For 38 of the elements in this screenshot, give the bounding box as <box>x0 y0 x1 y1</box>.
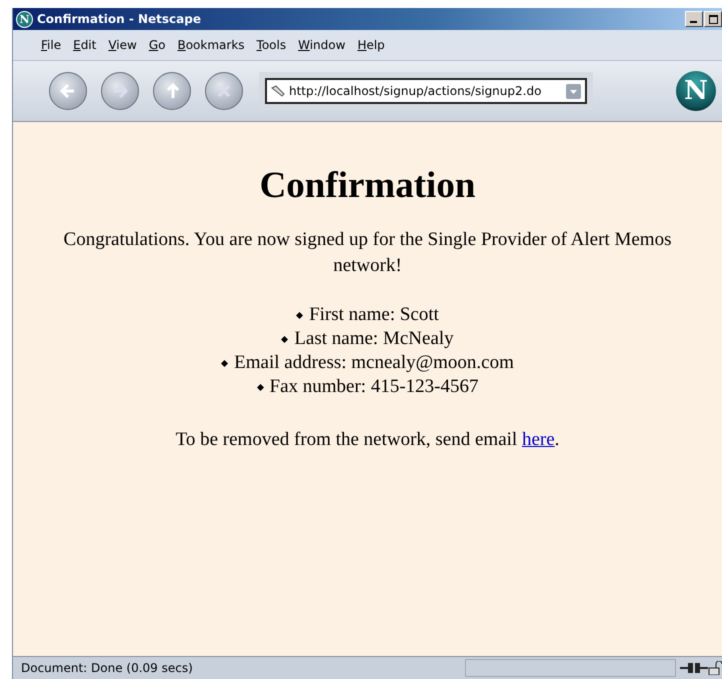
bullet-icon <box>256 384 264 390</box>
menu-item[interactable]: Edit <box>67 38 102 52</box>
lock-icon <box>708 661 722 675</box>
dropdown-icon[interactable] <box>566 84 581 98</box>
back-button[interactable] <box>49 72 87 110</box>
forward-arrow-icon <box>111 82 129 100</box>
maximize-icon <box>708 14 718 24</box>
detail-text: First name: Scott <box>309 303 439 327</box>
window-title: Confirmation - Netscape <box>37 12 201 26</box>
bullet-icon <box>296 312 304 318</box>
here-link[interactable]: here <box>522 429 555 450</box>
menu-item[interactable]: Go <box>142 38 172 52</box>
app-logo: N <box>16 10 33 28</box>
menu-item[interactable]: Window <box>292 38 352 52</box>
bullet-icon <box>221 360 228 366</box>
detail-text: Fax number: 415-123-4567 <box>270 375 478 399</box>
page-heading: Confirmation <box>260 164 476 207</box>
removal-text: To be removed from the network, send email here. <box>174 428 560 452</box>
throbber-logo[interactable]: N <box>676 71 716 111</box>
stop-button[interactable] <box>205 72 243 110</box>
menu-item[interactable]: File <box>35 38 68 52</box>
detail-text: Last name: McNealy <box>294 327 454 351</box>
detail-text: Email address: mcnealy@moon.com <box>234 351 514 375</box>
back-arrow-icon <box>59 82 77 100</box>
menu-item[interactable]: View <box>102 38 143 52</box>
bullet-icon <box>281 336 288 342</box>
pin-icon <box>271 85 285 97</box>
menu-item[interactable]: Tools <box>250 38 292 52</box>
forward-button[interactable] <box>101 72 139 110</box>
stop-icon <box>216 83 232 99</box>
maximize-button[interactable] <box>704 11 722 27</box>
connection-icon <box>680 662 708 674</box>
menu-item[interactable]: Help <box>351 38 391 52</box>
status-text: Document: Done (0.09 secs) <box>20 661 194 675</box>
menu-item[interactable]: Bookmarks <box>171 38 251 52</box>
intro-text: Congratulations. You are now signed up for the Single Provider of Alert Memos network! <box>62 228 672 278</box>
reload-button[interactable] <box>153 72 191 110</box>
minimize-button[interactable] <box>685 11 703 27</box>
